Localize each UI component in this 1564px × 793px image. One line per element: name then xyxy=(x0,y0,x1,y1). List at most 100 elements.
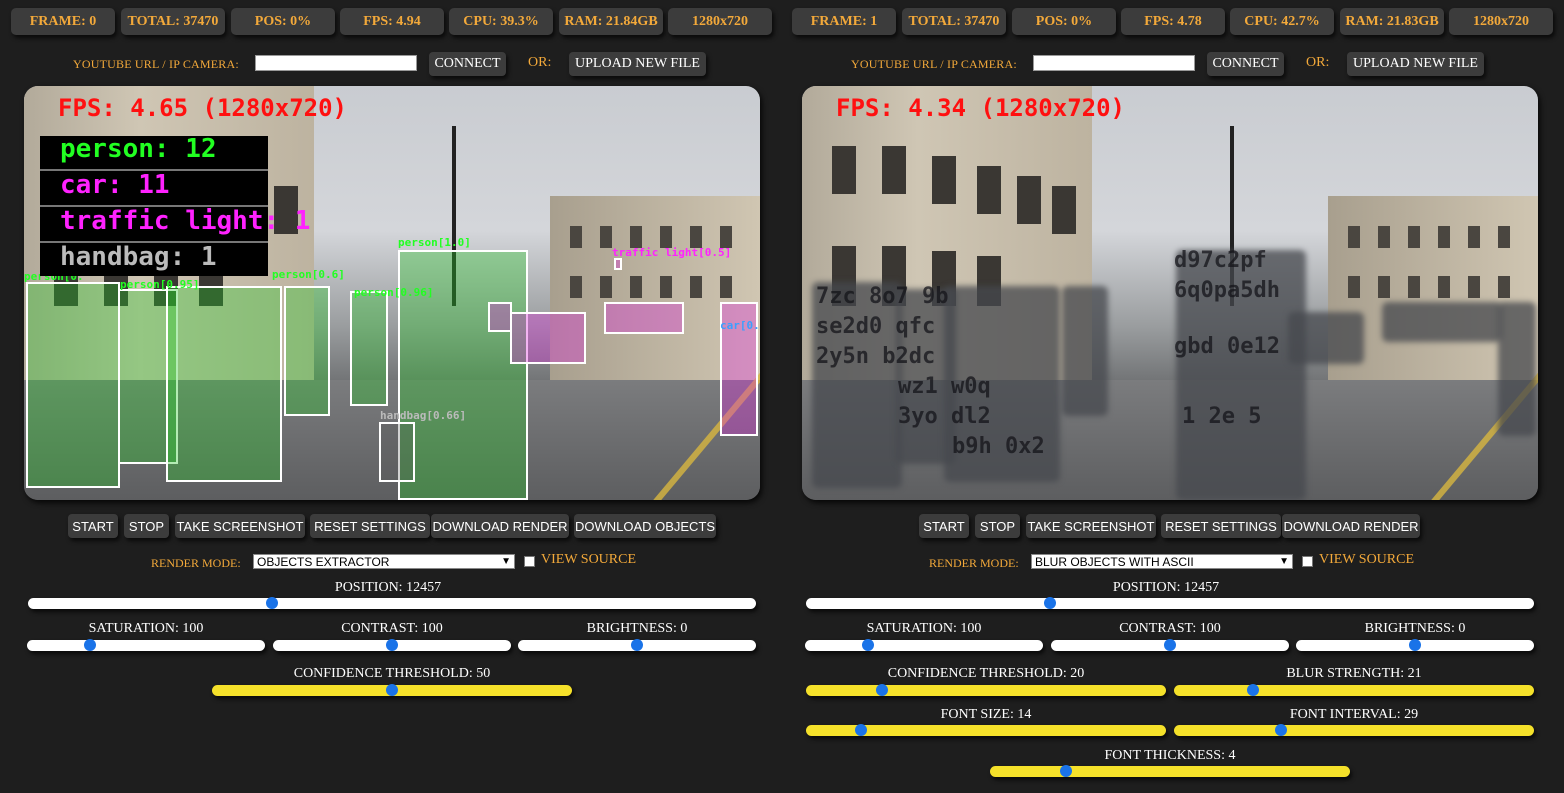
or-label: OR: xyxy=(1306,55,1330,70)
download-render-button[interactable]: DOWNLOAD RENDER xyxy=(1282,514,1420,538)
cpu-stat: CPU: 42.7% xyxy=(1230,8,1334,35)
or-label: OR: xyxy=(528,55,552,70)
view-source-checkbox[interactable] xyxy=(524,556,535,567)
confidence-slider[interactable] xyxy=(212,684,572,696)
ascii-overlay: 7zc 8o7 9b xyxy=(816,284,949,309)
stats-bar: FRAME: 1 TOTAL: 37470 POS: 0% FPS: 4.78 … xyxy=(789,8,1554,36)
detection-label: car[0.] xyxy=(720,319,760,332)
contrast-slider[interactable] xyxy=(273,639,511,651)
slider-thumb[interactable] xyxy=(83,639,96,651)
render-mode-select[interactable]: OBJECTS EXTRACTOR ▼ xyxy=(253,554,515,569)
video-canvas[interactable]: 7zc 8o7 9b se2d0 qfc 2y5n b2dc wz1 w0q 3… xyxy=(802,86,1538,500)
blurred-object xyxy=(1062,286,1108,416)
detection-box xyxy=(166,286,282,482)
upload-button[interactable]: UPLOAD NEW FILE xyxy=(569,52,706,76)
fps-stat: FPS: 4.94 xyxy=(340,8,444,35)
stop-button[interactable]: STOP xyxy=(124,514,169,538)
render-mode-select[interactable]: BLUR OBJECTS WITH ASCII ▼ xyxy=(1031,554,1293,569)
count-traffic-light: traffic light: 1 xyxy=(60,206,311,236)
render-mode-row: RENDER MODE: OBJECTS EXTRACTOR ▼ VIEW SOU… xyxy=(8,552,768,572)
detection-label: traffic light[0.5] xyxy=(612,246,732,259)
font-interval-slider[interactable] xyxy=(1174,724,1534,736)
upload-button[interactable]: UPLOAD NEW FILE xyxy=(1347,52,1484,76)
slider-thumb[interactable] xyxy=(1274,724,1287,736)
slider-thumb[interactable] xyxy=(1409,639,1421,651)
chevron-down-icon: ▼ xyxy=(1279,556,1289,567)
detection-label: handbag[0.66] xyxy=(380,409,467,422)
position-slider[interactable] xyxy=(806,597,1534,609)
slider-thumb[interactable] xyxy=(861,639,874,651)
confidence-label: CONFIDENCE THRESHOLD: 50 xyxy=(293,666,491,681)
detection-box xyxy=(488,302,512,332)
pos-stat: POS: 0% xyxy=(231,8,335,35)
slider-thumb[interactable] xyxy=(1247,684,1260,696)
slider-thumb[interactable] xyxy=(386,639,398,651)
ascii-overlay: b9h 0x2 xyxy=(952,434,1045,459)
ascii-overlay: 3yo dl2 xyxy=(898,404,991,429)
font-size-slider[interactable] xyxy=(806,724,1166,736)
url-input[interactable] xyxy=(255,55,417,71)
ascii-overlay: 1 2e 5 xyxy=(1182,404,1262,429)
slider-thumb[interactable] xyxy=(266,597,279,609)
view-source-checkbox[interactable] xyxy=(1302,556,1313,567)
ascii-overlay: 6q0pa5dh xyxy=(1174,278,1280,303)
brightness-label: BRIGHTNESS: 0 xyxy=(586,621,688,636)
contrast-label: CONTRAST: 100 xyxy=(341,621,443,636)
resolution-stat: 1280x720 xyxy=(1449,8,1553,35)
reset-settings-button[interactable]: RESET SETTINGS xyxy=(310,514,430,538)
ascii-overlay: se2d0 qfc xyxy=(816,314,936,339)
ram-stat: RAM: 21.84GB xyxy=(559,8,663,35)
position-label: POSITION: 12457 xyxy=(1112,580,1220,595)
detection-label: person[0.95] xyxy=(120,278,200,291)
render-mode-label: RENDER MODE: xyxy=(929,556,1019,570)
take-screenshot-button[interactable]: TAKE SCREENSHOT xyxy=(1026,514,1156,538)
blurred-object xyxy=(812,282,902,488)
start-button[interactable]: START xyxy=(919,514,969,538)
saturation-slider[interactable] xyxy=(805,639,1043,651)
saturation-slider[interactable] xyxy=(27,639,265,651)
stop-button[interactable]: STOP xyxy=(975,514,1020,538)
ascii-overlay: wz1 w0q xyxy=(898,374,991,399)
count-person: person: 12 xyxy=(60,134,217,164)
blurred-object xyxy=(1288,312,1364,364)
stats-bar: FRAME: 0 TOTAL: 37470 POS: 0% FPS: 4.94 … xyxy=(11,8,776,36)
slider-thumb[interactable] xyxy=(1059,765,1072,777)
reset-settings-button[interactable]: RESET SETTINGS xyxy=(1161,514,1281,538)
url-label: YOUTUBE URL / IP CAMERA: xyxy=(73,57,239,71)
slider-thumb[interactable] xyxy=(1044,597,1057,609)
resolution-stat: 1280x720 xyxy=(668,8,772,35)
brightness-slider[interactable] xyxy=(518,639,756,651)
ascii-overlay: gbd 0e12 xyxy=(1174,334,1280,359)
start-button[interactable]: START xyxy=(68,514,118,538)
video-canvas[interactable]: person[1.0] traffic light[0.5] person[0.… xyxy=(24,86,760,500)
slider-thumb[interactable] xyxy=(875,684,888,696)
position-slider[interactable] xyxy=(28,597,756,609)
ascii-overlay: 2y5n b2dc xyxy=(816,344,936,369)
connect-button[interactable]: CONNECT xyxy=(429,52,506,76)
brightness-slider[interactable] xyxy=(1296,639,1534,651)
position-label: POSITION: 12457 xyxy=(334,580,442,595)
ascii-overlay: d97c2pf xyxy=(1174,248,1267,273)
contrast-slider[interactable] xyxy=(1051,639,1289,651)
total-stat: TOTAL: 37470 xyxy=(902,8,1006,35)
font-thickness-slider[interactable] xyxy=(990,765,1350,777)
url-input[interactable] xyxy=(1033,55,1195,71)
download-render-button[interactable]: DOWNLOAD RENDER xyxy=(431,514,569,538)
detection-box xyxy=(510,312,586,364)
detection-box xyxy=(379,422,415,482)
download-objects-button[interactable]: DOWNLOAD OBJECTS xyxy=(574,514,716,538)
font-size-label: FONT SIZE: 14 xyxy=(940,707,1032,722)
panel-right: FRAME: 1 TOTAL: 37470 POS: 0% FPS: 4.78 … xyxy=(786,0,1553,793)
slider-thumb[interactable] xyxy=(386,684,398,696)
contrast-label: CONTRAST: 100 xyxy=(1119,621,1221,636)
connect-button[interactable]: CONNECT xyxy=(1207,52,1284,76)
slider-thumb[interactable] xyxy=(854,724,867,736)
total-stat: TOTAL: 37470 xyxy=(121,8,225,35)
slider-thumb[interactable] xyxy=(1164,639,1176,651)
blur-strength-slider[interactable] xyxy=(1174,684,1534,696)
render-mode-row: RENDER MODE: BLUR OBJECTS WITH ASCII ▼ VI… xyxy=(786,552,1546,572)
slider-thumb[interactable] xyxy=(631,639,643,651)
take-screenshot-button[interactable]: TAKE SCREENSHOT xyxy=(175,514,305,538)
confidence-slider[interactable] xyxy=(806,684,1166,696)
fps-stat: FPS: 4.78 xyxy=(1121,8,1225,35)
